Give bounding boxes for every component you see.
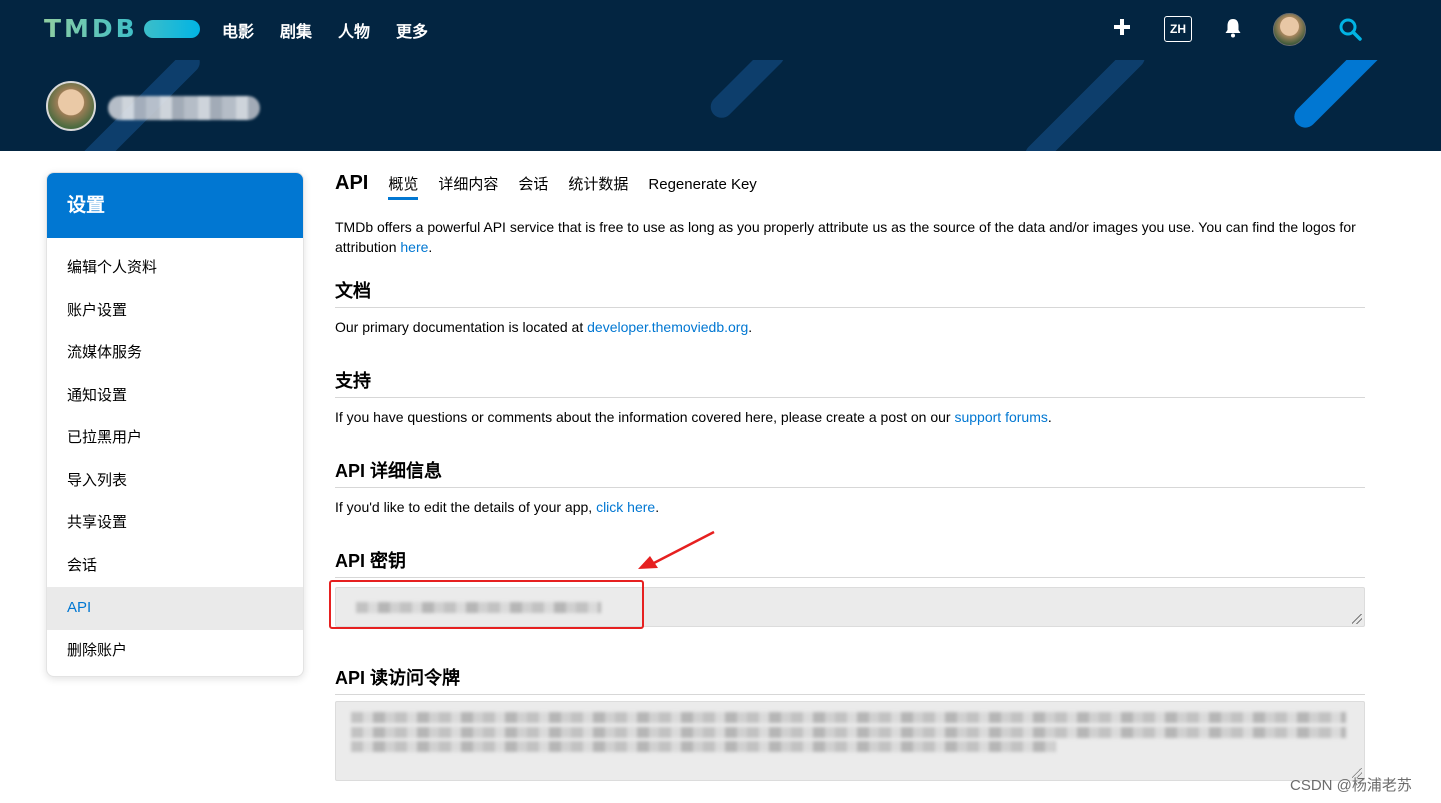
tmdb-logo[interactable]: TMDB — [44, 14, 200, 43]
profile-banner — [0, 60, 1441, 151]
nav-item-more[interactable]: 更多 — [396, 18, 428, 42]
click-here-link[interactable]: click here — [596, 499, 655, 515]
sidebar-list: 编辑个人资料 账户设置 流媒体服务 通知设置 已拉黑用户 导入列表 共享设置 会… — [47, 238, 303, 672]
user-avatar[interactable] — [1273, 13, 1306, 46]
nav-item-movies[interactable]: 电影 — [222, 18, 254, 42]
nav-item-tv[interactable]: 剧集 — [280, 18, 312, 42]
api-tabs: API 概览 详细内容 会话 统计数据 Regenerate Key — [335, 172, 1365, 206]
nav-item-people[interactable]: 人物 — [338, 18, 370, 42]
intro-text: TMDb offers a powerful API service that … — [335, 219, 1356, 255]
support-text: If you have questions or comments about … — [335, 409, 955, 425]
blurred-username — [108, 96, 260, 120]
sidebar-item-streaming-services[interactable]: 流媒体服务 — [47, 332, 303, 375]
page-title: API — [335, 172, 369, 194]
settings-sidebar: 设置 编辑个人资料 账户设置 流媒体服务 通知设置 已拉黑用户 导入列表 共享设… — [46, 172, 304, 677]
docs-text: Our primary documentation is located at — [335, 319, 588, 335]
attribution-link[interactable]: here — [400, 239, 428, 255]
search-icon[interactable] — [1338, 17, 1362, 41]
profile-avatar[interactable] — [46, 81, 96, 131]
banner-stripe — [1289, 60, 1391, 133]
details-period: . — [655, 499, 660, 515]
sidebar-title: 设置 — [47, 173, 303, 238]
resize-grip[interactable] — [1352, 614, 1362, 624]
watermark: CSDN @杨浦老苏 — [1290, 777, 1412, 794]
language-button[interactable]: ZH — [1164, 16, 1192, 42]
sidebar-item-notifications[interactable]: 通知设置 — [47, 375, 303, 418]
blurred-token-line — [351, 741, 1056, 752]
intro-paragraph: TMDb offers a powerful API service that … — [335, 217, 1365, 257]
sidebar-item-account-settings[interactable]: 账户设置 — [47, 290, 303, 333]
docs-period: . — [748, 319, 753, 335]
support-heading: 支持 — [335, 367, 1365, 398]
top-navbar: TMDB 电影 剧集 人物 更多 ZH — [0, 0, 1441, 60]
blurred-token-line — [351, 712, 1346, 723]
main-menu: 电影 剧集 人物 更多 — [222, 18, 428, 42]
tab-details[interactable]: 详细内容 — [438, 173, 498, 197]
banner-stripe — [1020, 60, 1150, 151]
annotation-arrow — [638, 530, 715, 569]
sidebar-item-api[interactable]: API — [47, 587, 303, 630]
support-paragraph: If you have questions or comments about … — [335, 407, 1365, 427]
intro-period: . — [428, 239, 433, 255]
details-paragraph: If you'd like to edit the details of you… — [335, 497, 1365, 517]
api-token-field[interactable] — [335, 701, 1365, 781]
highlight-box — [329, 580, 644, 629]
sidebar-item-sessions[interactable]: 会话 — [47, 545, 303, 588]
sidebar-item-blocked-users[interactable]: 已拉黑用户 — [47, 417, 303, 460]
sidebar-item-import-list[interactable]: 导入列表 — [47, 460, 303, 503]
docs-heading: 文档 — [335, 277, 1365, 308]
api-details-heading: API 详细信息 — [335, 457, 1365, 488]
blurred-token-line — [351, 727, 1346, 738]
main-content: API 概览 详细内容 会话 统计数据 Regenerate Key TMDb … — [335, 172, 1365, 578]
api-key-heading: API 密钥 — [335, 547, 1365, 578]
tab-overview[interactable]: 概览 — [388, 173, 419, 200]
tab-stats[interactable]: 统计数据 — [568, 173, 628, 197]
sidebar-item-delete-account[interactable]: 删除账户 — [47, 630, 303, 673]
docs-link[interactable]: developer.themoviedb.org — [587, 319, 748, 335]
tab-regenerate-key[interactable]: Regenerate Key — [648, 176, 756, 196]
support-period: . — [1047, 409, 1052, 425]
sidebar-item-edit-profile[interactable]: 编辑个人资料 — [47, 247, 303, 290]
docs-paragraph: Our primary documentation is located at … — [335, 317, 1365, 337]
tab-sessions[interactable]: 会话 — [518, 173, 548, 197]
sidebar-item-sharing[interactable]: 共享设置 — [47, 502, 303, 545]
api-token-heading: API 读访问令牌 — [335, 664, 1365, 695]
details-text: If you'd like to edit the details of you… — [335, 499, 597, 515]
bell-icon[interactable] — [1224, 18, 1242, 38]
logo-text: TMDB — [44, 14, 138, 43]
plus-icon[interactable] — [1112, 17, 1132, 37]
banner-stripe — [706, 60, 789, 123]
support-forums-link[interactable]: support forums — [954, 409, 1047, 425]
logo-pill-shape — [143, 19, 200, 38]
